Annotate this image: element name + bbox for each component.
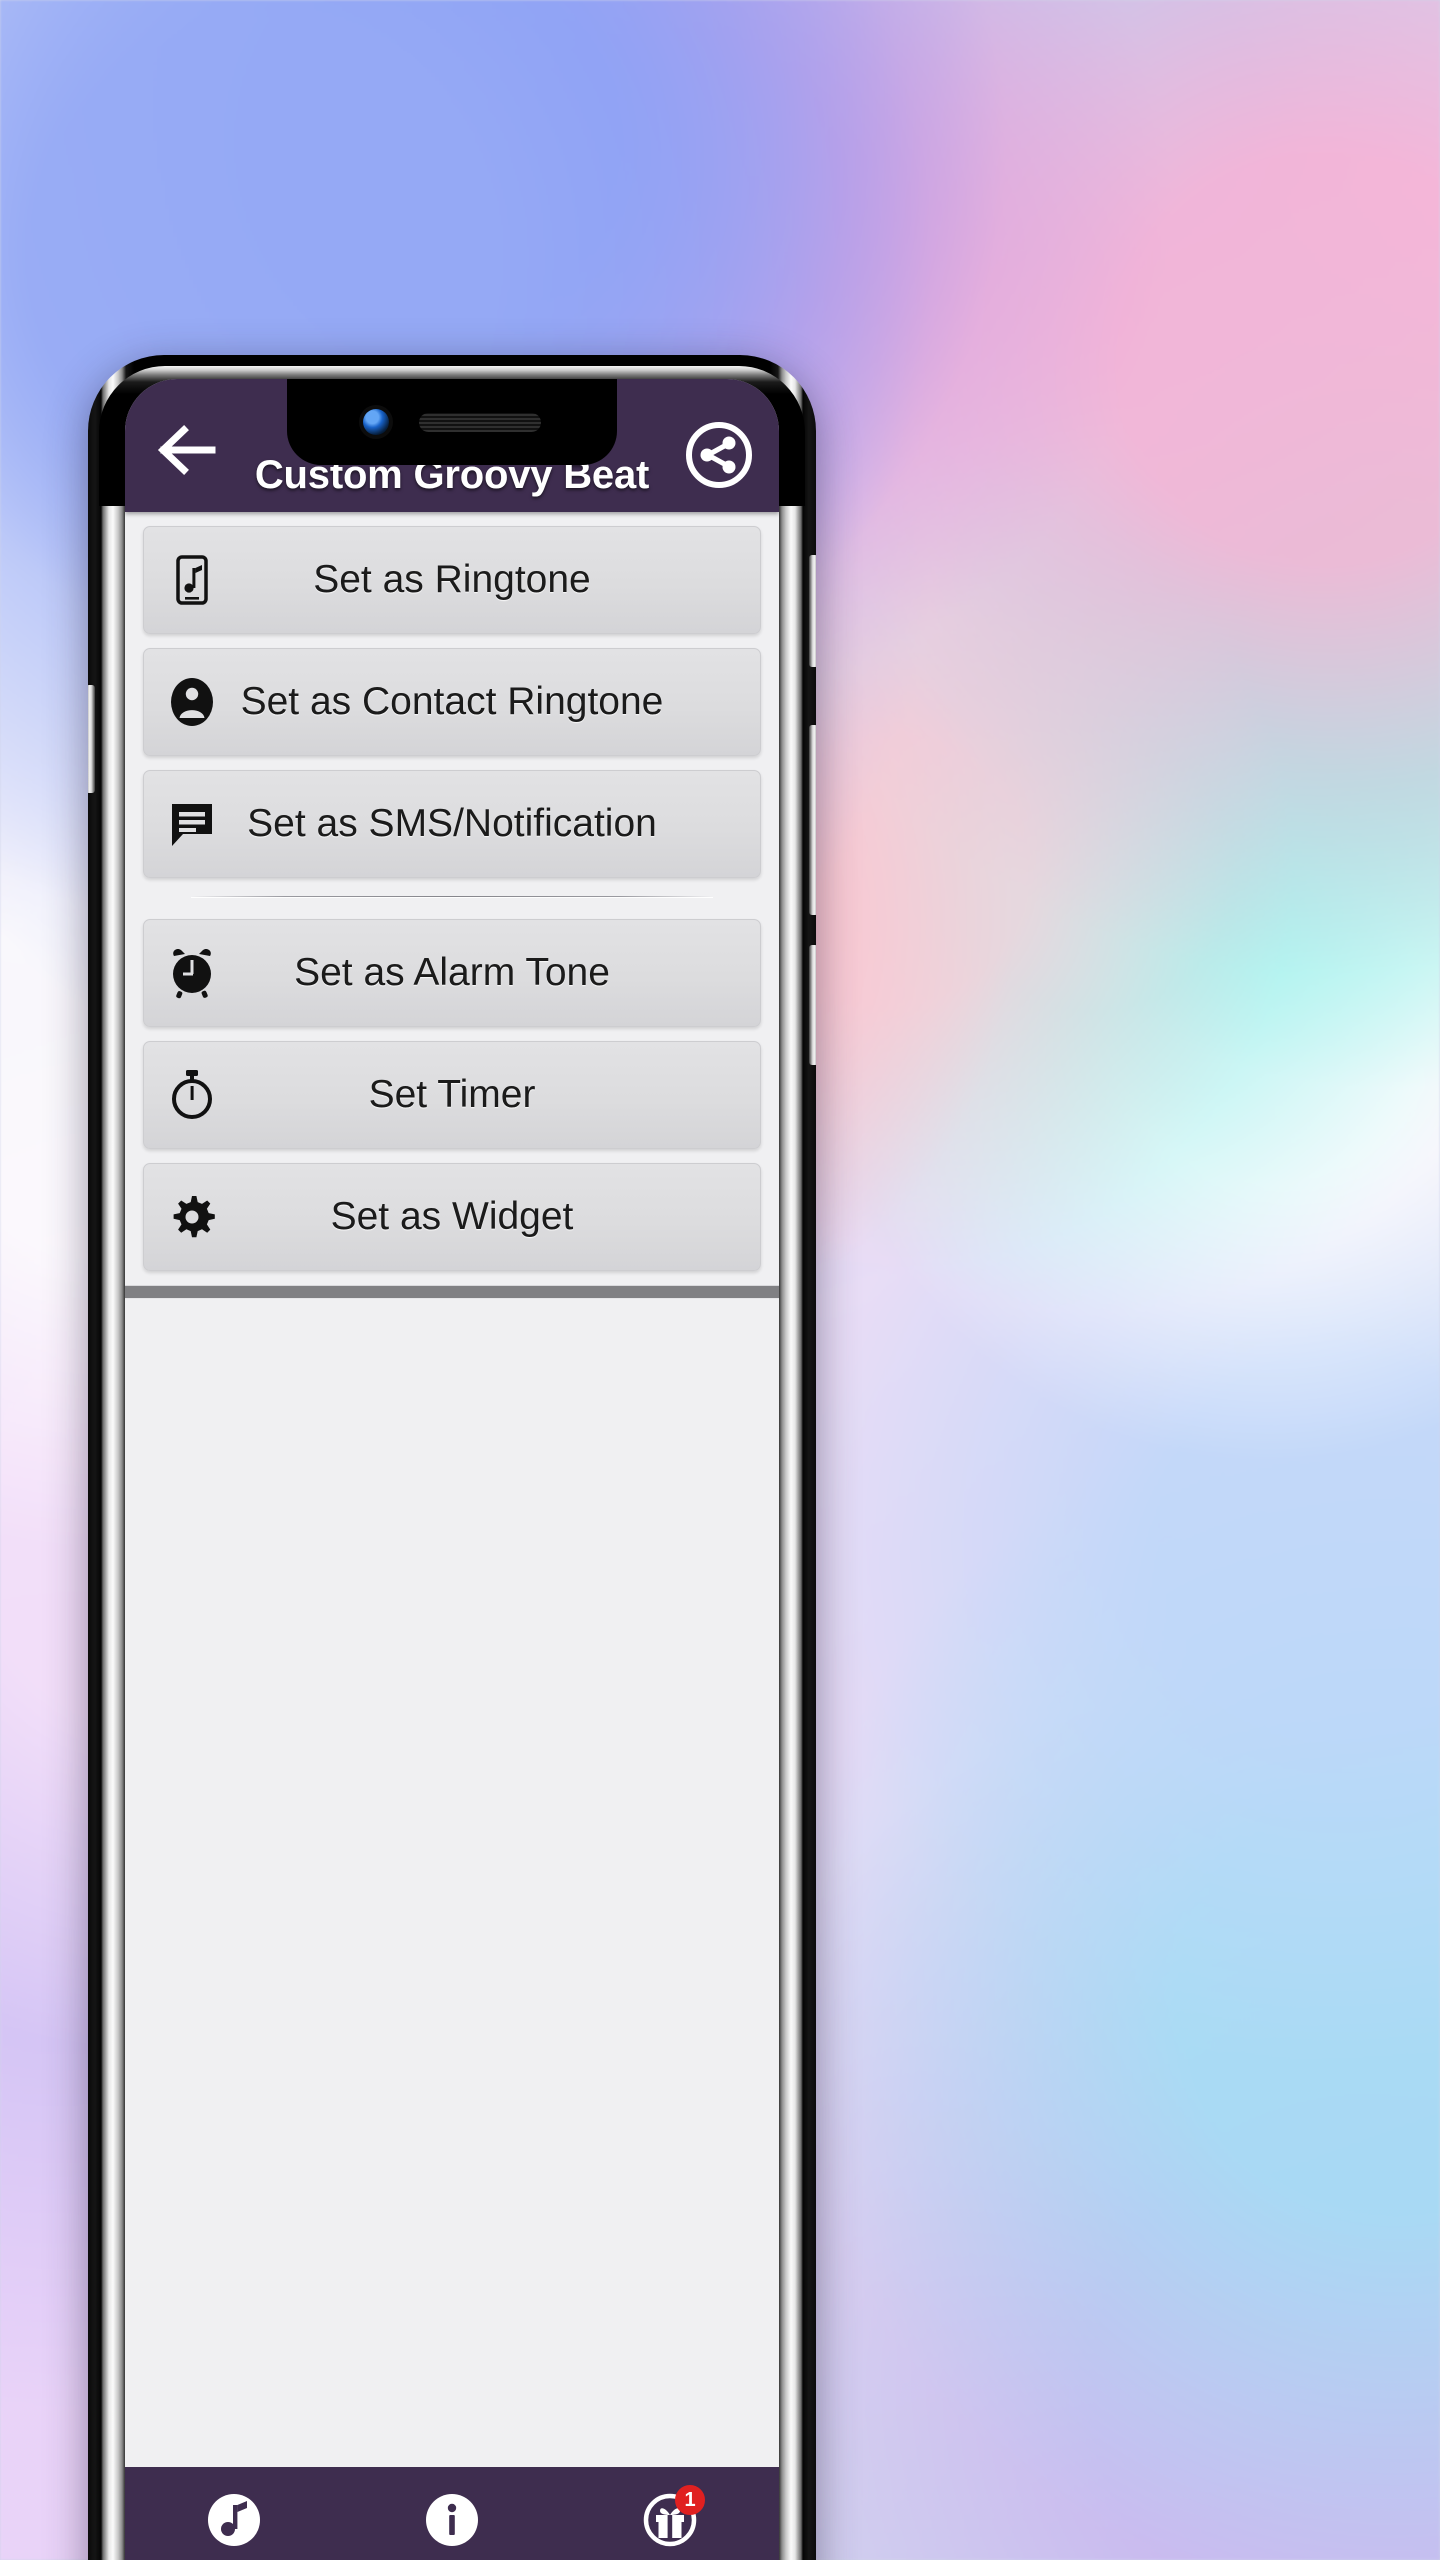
phone-side-button-volume-down xyxy=(809,725,816,915)
content-ad-separator xyxy=(125,1285,779,1299)
ad-placeholder-area xyxy=(125,1299,779,2467)
music-note-circle-icon xyxy=(205,2491,263,2549)
stopwatch-icon xyxy=(166,1069,218,1121)
contact-person-icon xyxy=(166,676,218,728)
front-camera-icon xyxy=(363,409,389,435)
action-label: Set as Widget xyxy=(330,1195,574,1238)
set-as-alarm-tone-button[interactable]: Set as Alarm Tone xyxy=(143,919,761,1027)
bottom-navigation-bar: RINGTONES ABOUT xyxy=(125,2467,779,2560)
gift-circle-icon: 1 xyxy=(641,2485,705,2549)
action-label: Set as Ringtone xyxy=(313,558,591,601)
message-bubble-icon xyxy=(166,798,218,850)
phone-side-button-power xyxy=(809,945,816,1065)
set-as-widget-button[interactable]: Set as Widget xyxy=(143,1163,761,1271)
phone-side-button-left xyxy=(88,685,95,793)
phone-side-button-volume-up xyxy=(809,555,816,667)
alarm-clock-icon xyxy=(166,947,218,999)
earpiece-speaker-grille xyxy=(419,412,541,432)
actions-container: Set as Ringtone Set as Contact Ringtone xyxy=(125,512,779,1285)
set-timer-button[interactable]: Set Timer xyxy=(143,1041,761,1149)
action-label: Set as SMS/Notification xyxy=(247,802,657,845)
gear-icon xyxy=(166,1191,218,1243)
nav-item-more-apps[interactable]: 1 MORE APPS xyxy=(561,2485,779,2560)
set-as-ringtone-button[interactable]: Set as Ringtone xyxy=(143,526,761,634)
nav-item-about[interactable]: ABOUT xyxy=(343,2491,561,2560)
back-button[interactable] xyxy=(151,421,219,479)
share-button[interactable] xyxy=(681,417,757,493)
action-label: Set as Contact Ringtone xyxy=(240,680,664,723)
phone-music-note-icon xyxy=(166,554,218,606)
nav-item-ringtones[interactable]: RINGTONES xyxy=(125,2491,343,2560)
more-apps-badge: 1 xyxy=(675,2485,705,2515)
phone-device-mockup: Custom Groovy Beat Set as Ringtone Set a… xyxy=(88,355,816,2560)
arrow-left-icon xyxy=(157,425,216,475)
phone-screen: Custom Groovy Beat Set as Ringtone Set a… xyxy=(125,379,779,2560)
section-divider xyxy=(191,896,713,897)
action-label: Set as Alarm Tone xyxy=(294,951,610,994)
share-icon xyxy=(686,422,752,488)
action-label: Set Timer xyxy=(368,1073,536,1116)
info-circle-icon xyxy=(423,2491,481,2549)
ringtone-app-screen: Custom Groovy Beat Set as Ringtone Set a… xyxy=(125,379,779,2560)
set-as-contact-ringtone-button[interactable]: Set as Contact Ringtone xyxy=(143,648,761,756)
phone-notch xyxy=(287,379,617,465)
set-as-sms-notification-button[interactable]: Set as SMS/Notification xyxy=(143,770,761,878)
